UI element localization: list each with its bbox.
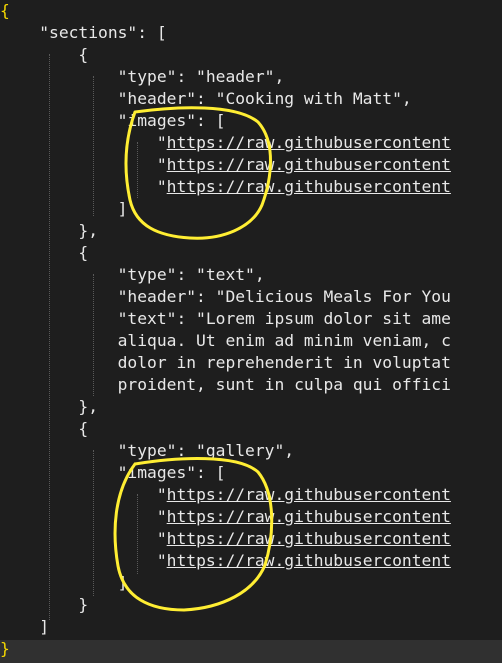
url-link[interactable]: https://raw.githubusercontent bbox=[167, 177, 451, 196]
code-line-8[interactable]: "https://raw.githubusercontent bbox=[0, 154, 451, 176]
code-line-25[interactable]: "https://raw.githubusercontent bbox=[0, 528, 451, 550]
code-line-18[interactable]: proident, sunt in culpa qui offici bbox=[0, 374, 451, 396]
code-line-24[interactable]: "https://raw.githubusercontent bbox=[0, 506, 451, 528]
code-line-6[interactable]: "images": [ bbox=[0, 110, 226, 132]
code-line-12[interactable]: { bbox=[0, 242, 88, 264]
code-line-14[interactable]: "header": "Delicious Meals For You bbox=[0, 286, 451, 308]
code-line-22[interactable]: "images": [ bbox=[0, 462, 226, 484]
code-line-30[interactable]: } bbox=[0, 638, 10, 660]
url-quote: " bbox=[156, 507, 167, 526]
url-link[interactable]: https://raw.githubusercontent bbox=[167, 133, 451, 152]
url-quote: " bbox=[156, 529, 167, 548]
status-bar bbox=[0, 640, 502, 663]
code-line-5[interactable]: "header": "Cooking with Matt", bbox=[0, 88, 412, 110]
code-line-23[interactable]: "https://raw.githubusercontent bbox=[0, 484, 451, 506]
code-editor[interactable]: { "sections": [ { "type": "header", "hea… bbox=[0, 0, 502, 663]
code-line-20[interactable]: { bbox=[0, 418, 88, 440]
code-line-11[interactable]: }, bbox=[0, 220, 98, 242]
code-line-7[interactable]: "https://raw.githubusercontent bbox=[0, 132, 451, 154]
code-line-21[interactable]: "type": "gallery", bbox=[0, 440, 294, 462]
url-quote: " bbox=[156, 485, 167, 504]
url-link[interactable]: https://raw.githubusercontent bbox=[167, 529, 451, 548]
url-quote: " bbox=[156, 133, 167, 152]
url-quote: " bbox=[156, 177, 167, 196]
code-line-3[interactable]: { bbox=[0, 44, 88, 66]
code-line-1[interactable]: { bbox=[0, 0, 10, 22]
url-link[interactable]: https://raw.githubusercontent bbox=[167, 551, 451, 570]
url-quote: " bbox=[156, 551, 167, 570]
code-line-9[interactable]: "https://raw.githubusercontent bbox=[0, 176, 451, 198]
code-line-26[interactable]: "https://raw.githubusercontent bbox=[0, 550, 451, 572]
url-link[interactable]: https://raw.githubusercontent bbox=[167, 155, 451, 174]
code-line-29[interactable]: ] bbox=[0, 616, 49, 638]
url-quote: " bbox=[156, 155, 167, 174]
code-line-2[interactable]: "sections": [ bbox=[0, 22, 166, 44]
code-line-28[interactable]: } bbox=[0, 594, 88, 616]
code-line-19[interactable]: }, bbox=[0, 396, 98, 418]
code-line-10[interactable]: ] bbox=[0, 198, 128, 220]
url-link[interactable]: https://raw.githubusercontent bbox=[167, 485, 451, 504]
code-line-4[interactable]: "type": "header", bbox=[0, 66, 285, 88]
code-line-17[interactable]: dolor in reprehenderit in voluptat bbox=[0, 352, 451, 374]
code-line-27[interactable]: ] bbox=[0, 572, 128, 594]
url-link[interactable]: https://raw.githubusercontent bbox=[167, 507, 451, 526]
code-line-13[interactable]: "type": "text", bbox=[0, 264, 265, 286]
code-line-15[interactable]: "text": "Lorem ipsum dolor sit ame bbox=[0, 308, 451, 330]
code-line-16[interactable]: aliqua. Ut enim ad minim veniam, c bbox=[0, 330, 451, 352]
